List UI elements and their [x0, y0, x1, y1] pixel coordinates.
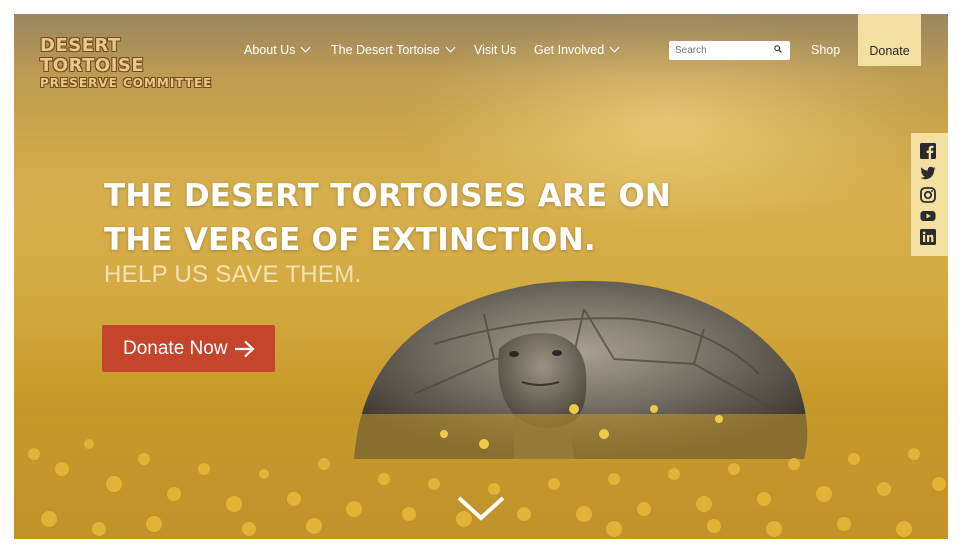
- hero-headline-line-1: THE DESERT TORTOISES ARE ON: [104, 178, 672, 214]
- hero-section: DESERT TORTOISE PRESERVE COMMITTEE About…: [14, 14, 948, 539]
- chevron-down-icon: [609, 42, 620, 53]
- instagram-icon[interactable]: [920, 187, 936, 203]
- hero-headline: THE DESERT TORTOISES ARE ON THE VERGE OF…: [104, 174, 704, 262]
- nav-shop[interactable]: Shop: [811, 43, 840, 57]
- nav-visit-us[interactable]: Visit Us: [474, 43, 516, 57]
- nav-get-involved-label: Get Involved: [534, 43, 605, 57]
- search-input[interactable]: [675, 43, 770, 57]
- donate-now-label: Donate Now: [123, 338, 228, 359]
- logo-line-1: DESERT TORTOISE: [40, 35, 145, 76]
- logo-line-2: PRESERVE COMMITTEE: [40, 76, 213, 90]
- nav-get-involved[interactable]: Get Involved: [534, 42, 620, 57]
- nav-the-desert-tortoise[interactable]: The Desert Tortoise: [331, 42, 456, 57]
- arrow-right-icon: [235, 340, 255, 358]
- nav-about-us[interactable]: About Us: [244, 42, 311, 57]
- chevron-down-icon: [300, 42, 311, 53]
- nav-about-us-label: About Us: [244, 43, 296, 57]
- donate-button[interactable]: Donate: [858, 14, 921, 66]
- site-logo[interactable]: DESERT TORTOISE PRESERVE COMMITTEE: [40, 36, 222, 91]
- donate-now-button[interactable]: Donate Now: [102, 325, 275, 372]
- search-box: [669, 41, 790, 60]
- social-sidebar: [911, 133, 948, 256]
- nav-visit-us-label: Visit Us: [474, 43, 517, 57]
- linkedin-icon[interactable]: [920, 229, 936, 245]
- hero-headline-line-2: THE VERGE OF EXTINCTION.: [104, 222, 596, 258]
- chevron-down-icon[interactable]: [455, 492, 507, 522]
- youtube-icon[interactable]: [920, 208, 936, 224]
- hero-subheadline: HELP US SAVE THEM.: [104, 261, 362, 288]
- donate-button-label: Donate: [869, 44, 910, 58]
- twitter-icon[interactable]: [920, 165, 936, 181]
- nav-the-desert-tortoise-label: The Desert Tortoise: [331, 43, 440, 57]
- search-icon[interactable]: [774, 45, 782, 53]
- facebook-icon[interactable]: [920, 143, 936, 159]
- nav-shop-label: Shop: [811, 43, 841, 57]
- chevron-down-icon: [445, 42, 456, 53]
